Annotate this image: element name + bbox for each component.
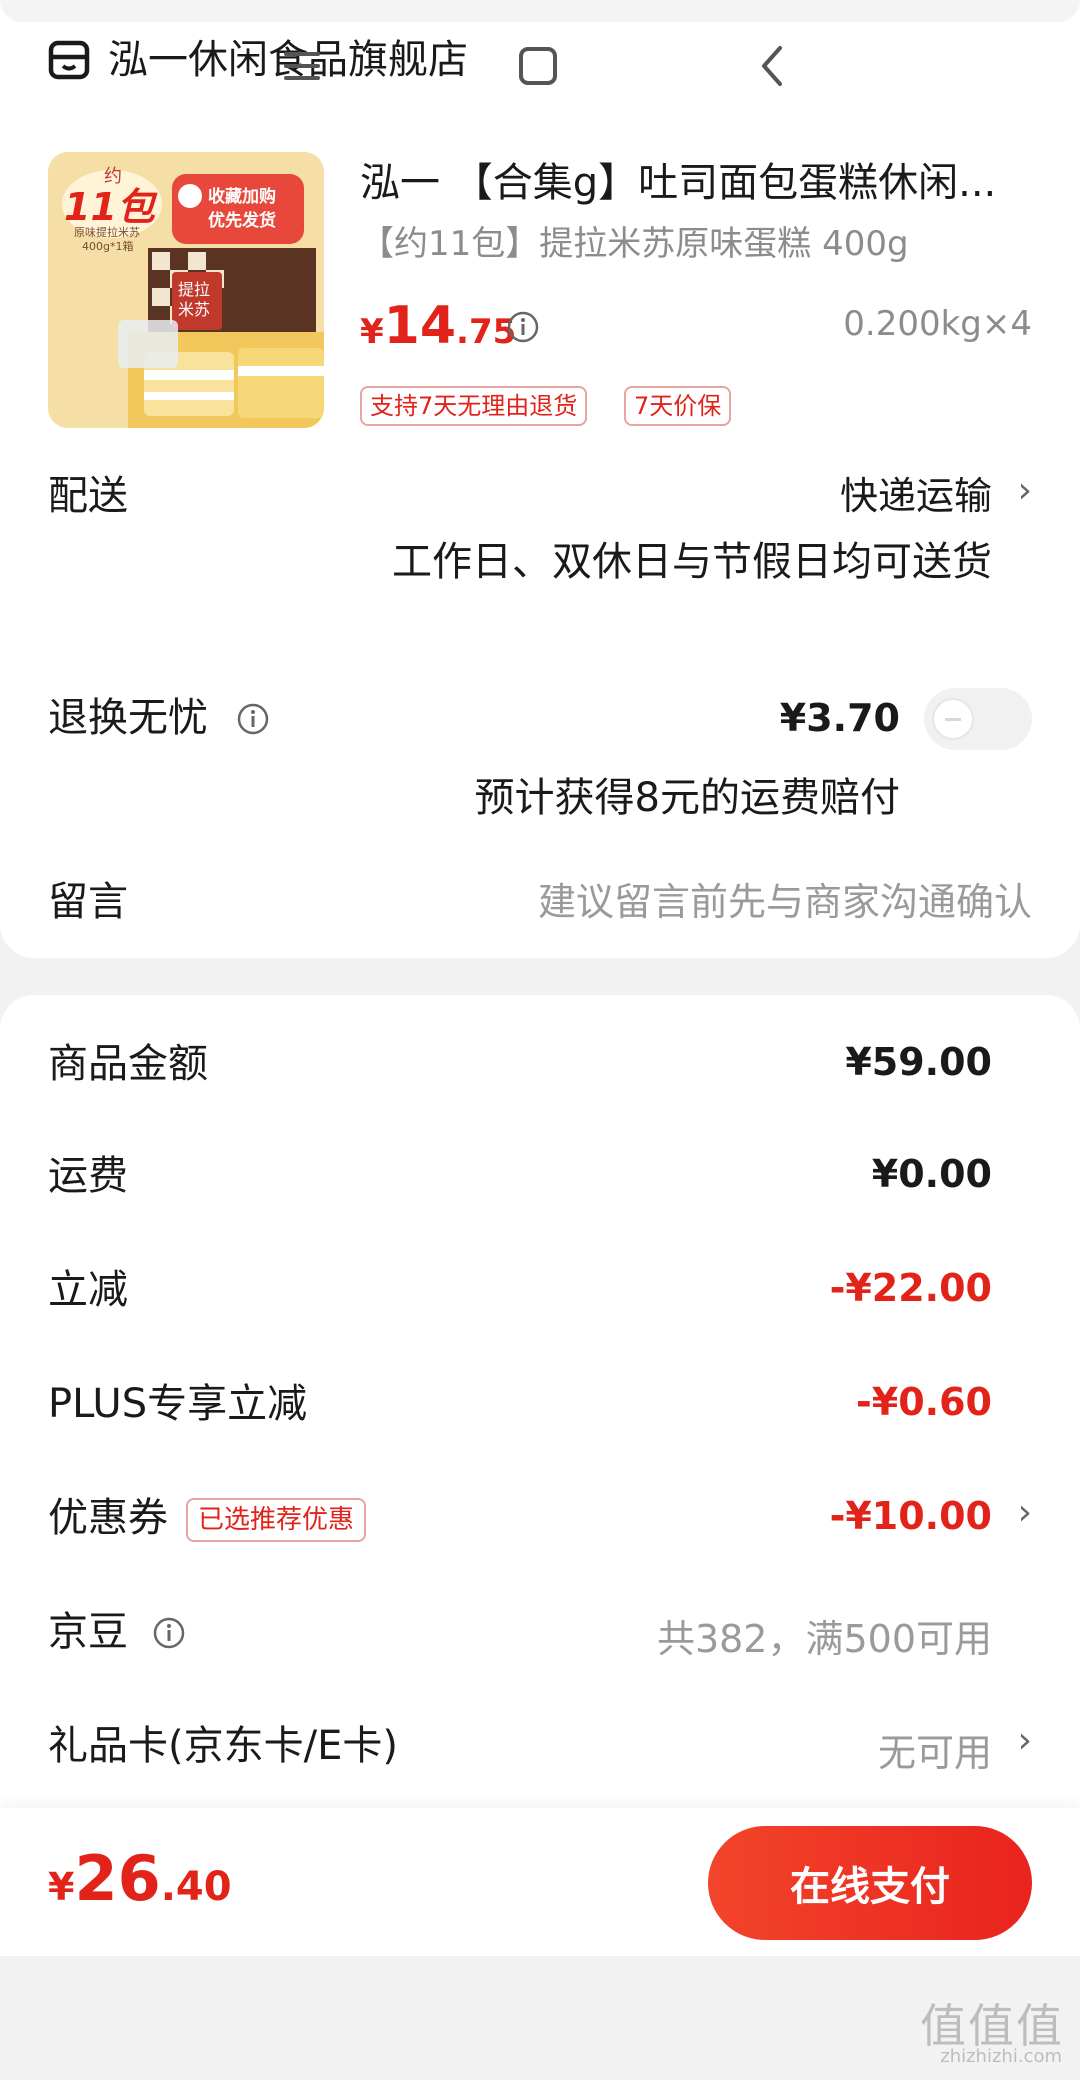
home-icon[interactable] [508,36,568,96]
total-amount: ¥26.40 [48,1842,232,1915]
chevron-right-icon[interactable]: › [1018,470,1032,511]
instant-discount-label: 立减 [48,1267,128,1313]
product-quantity: 0.200kg×4 [843,304,1032,344]
image-badge-count: 11包 [64,185,155,229]
top-edge [0,0,1080,22]
jingdou-value: 共382，满500可用 [656,1617,992,1661]
price-currency: ¥ [360,312,384,352]
delivery-note: 工作日、双休日与节假日均可送货 [392,539,992,585]
pay-online-button[interactable]: 在线支付 [708,1826,1032,1940]
plus-discount-value: -¥0.60 [856,1380,992,1424]
info-icon[interactable] [152,1616,186,1650]
plus-discount-label: PLUS专享立减 [48,1381,308,1427]
jingdou-label: 京豆 [48,1609,128,1655]
coupon-label: 优惠券 [48,1495,168,1541]
gift-card-label: 礼品卡(京东卡/E卡) [48,1723,398,1769]
back-icon[interactable] [744,36,804,96]
total-currency: ¥ [48,1865,75,1909]
info-icon[interactable] [506,310,540,344]
goods-amount-label: 商品金额 [48,1041,208,1087]
coupon-selected-badge: 已选推荐优惠 [186,1498,367,1542]
chevron-right-icon[interactable]: › [1018,1720,1032,1761]
product-price: ¥14.75 [360,296,516,356]
menu-icon[interactable] [272,36,332,96]
system-navigation-bar [0,1956,1080,2080]
total-decimal: .40 [160,1864,232,1910]
message-label: 留言 [48,879,128,925]
delivery-method[interactable]: 快递运输 [840,472,992,520]
product-image[interactable]: 约 11包 原味提拉米苏 400g*1箱 收藏加购 优先发货 提拉米苏 [48,152,324,428]
image-badge-weight: 400g*1箱 [82,240,134,253]
return-service-price: ¥3.70 [779,696,900,740]
return-service-label: 退换无忧 [48,695,208,741]
delivery-label: 配送 [48,473,128,519]
watermark-url: zhizhizhi.com [940,2046,1062,2067]
gift-card-value[interactable]: 无可用 [878,1722,992,1777]
tag-price-protect: 7天价保 [624,386,732,426]
image-banner-line1: 收藏加购 [208,187,276,207]
chevron-right-icon[interactable]: › [1018,1492,1032,1533]
price-integer: 14 [383,296,457,356]
info-icon[interactable] [236,702,270,736]
tag-7day-return: 支持7天无理由退货 [360,386,588,426]
coupon-value[interactable]: -¥10.00 [830,1494,992,1538]
image-box-text: 提拉米苏 [178,280,211,319]
message-input[interactable] [432,872,1032,932]
store-icon [48,40,90,80]
shipping-fee-label: 运费 [48,1153,128,1199]
instant-discount-value: -¥22.00 [829,1266,992,1310]
goods-amount-value: ¥59.00 [845,1040,992,1084]
shipping-fee-value: ¥0.00 [871,1152,992,1196]
product-spec[interactable]: 【约11包】提拉米苏原味蛋糕 400g [360,222,909,266]
product-title[interactable]: 泓一 【合集g】吐司面包蛋糕休闲... [360,158,1040,208]
return-service-note: 预计获得8元的运费赔付 [474,775,900,821]
total-integer: 26 [74,1842,161,1915]
toggle-knob [932,698,974,740]
image-banner-line2: 优先发货 [208,211,276,231]
return-service-toggle[interactable] [924,688,1032,750]
